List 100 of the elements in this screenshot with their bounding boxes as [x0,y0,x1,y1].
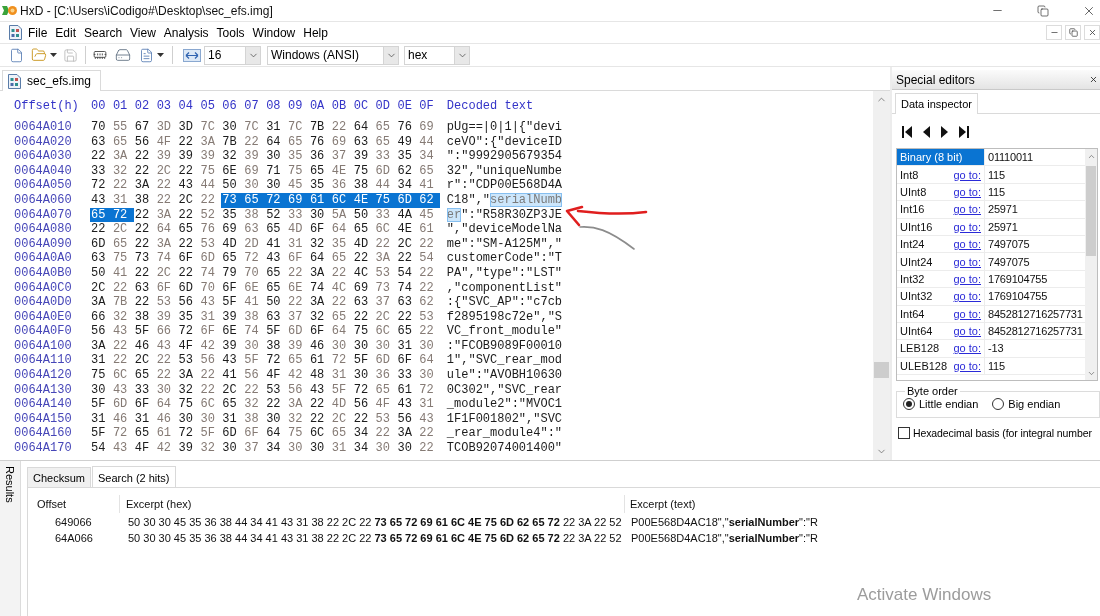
hex-byte[interactable]: 56 [133,134,156,150]
hex-byte[interactable]: 31 [90,353,112,369]
hex-byte[interactable]: 22 [330,295,353,310]
hex-byte[interactable]: 31 [90,411,112,427]
hex-byte[interactable]: 30 [308,207,331,223]
hex-byte[interactable]: 65 [330,309,353,325]
hex-byte[interactable]: 62 [418,295,441,310]
table-cell[interactable]: 1769104755 [985,288,1085,305]
new-file-icon[interactable] [9,47,24,63]
hex-byte[interactable]: 73 [133,251,156,266]
hard-drive-icon[interactable] [115,47,131,63]
hex-byte[interactable]: 5A [330,207,353,223]
hex-byte[interactable]: 65 [90,207,112,223]
hex-byte[interactable]: 4C [352,265,375,281]
hex-byte[interactable]: 33 [374,207,397,223]
go-to-link[interactable]: go to: [953,255,981,268]
hex-byte[interactable]: 3A [308,295,331,310]
hex-byte[interactable]: 6D [374,353,397,369]
hex-byte[interactable]: 64 [418,353,441,369]
table-cell[interactable]: 115 [985,166,1085,183]
decoded-text-line[interactable]: pUg==|0|1|{"devi [446,120,563,135]
hex-byte[interactable]: 3A [199,134,222,150]
hex-byte[interactable]: 6D [374,163,397,179]
go-to-link[interactable]: go to: [953,203,981,216]
hex-byte[interactable]: 32 [111,309,134,325]
hex-byte[interactable]: 32 [111,163,134,179]
hex-byte[interactable]: 6C [330,192,353,208]
hex-byte[interactable]: 63 [396,295,419,310]
hex-byte[interactable]: 46 [133,338,156,354]
hex-byte[interactable]: 4E [352,192,375,208]
hex-byte[interactable]: 75 [199,163,222,179]
hex-byte[interactable]: 22 [287,265,309,281]
hex-byte[interactable]: 56 [352,397,375,412]
hex-byte[interactable]: 22 [177,265,200,281]
table-cell[interactable]: ULEB128 go to: [897,357,985,375]
hex-byte[interactable]: 64 [155,222,178,237]
hex-byte[interactable]: 61 [418,222,441,237]
hex-byte[interactable]: 32 [287,411,309,427]
table-cell[interactable]: UInt16 go to: [897,218,985,235]
hex-byte[interactable]: 64 [155,397,178,412]
hex-byte[interactable]: 32 [221,149,244,164]
decoded-text-line[interactable]: ule":"AVOBH10630 [446,368,563,383]
hex-byte[interactable]: 39 [177,441,200,456]
hex-byte[interactable]: 22 [265,397,287,412]
hex-byte[interactable]: 39 [177,149,200,164]
hex-byte[interactable]: 22 [243,382,266,398]
hex-byte[interactable]: 43 [308,382,331,398]
hex-byte[interactable]: 44 [199,178,222,193]
hex-byte[interactable]: 39 [221,309,244,325]
hex-byte[interactable]: 30 [352,338,375,354]
hex-byte[interactable]: 2C [155,265,178,281]
hex-byte[interactable]: 61 [155,426,178,442]
hex-byte[interactable]: 3A [155,236,178,252]
hex-byte[interactable]: 43 [111,382,134,398]
hex-byte[interactable]: 6D [287,324,309,339]
hex-byte[interactable]: 75 [177,397,200,412]
hex-byte[interactable]: 22 [352,309,375,325]
bytes-per-row-select[interactable]: 16 [204,45,261,65]
dropdown-arrow-icon[interactable] [157,53,164,57]
table-cell[interactable]: Int32 go to: [897,270,985,288]
hex-byte[interactable]: 30 [308,441,331,456]
hex-byte[interactable]: 6F [221,280,244,296]
hex-byte[interactable]: 32 [199,441,222,456]
hex-byte[interactable]: 65 [287,134,309,150]
hex-byte[interactable]: 4D [352,236,375,252]
hex-byte[interactable]: 7B [308,120,331,135]
hex-byte[interactable]: 70 [243,265,266,281]
hex-byte[interactable]: 65 [396,324,419,339]
hex-byte[interactable]: 32 [177,382,200,398]
go-to-link[interactable]: go to: [953,168,981,181]
hex-byte[interactable]: 46 [308,338,331,354]
hex-byte[interactable]: 69 [418,120,441,135]
hex-byte[interactable]: 65 [111,236,134,252]
hex-byte[interactable]: 30 [374,441,397,456]
scrollbar-thumb[interactable] [1086,166,1096,256]
table-cell[interactable]: 7497075 [985,253,1085,270]
hex-byte[interactable]: 79 [221,265,244,281]
hex-byte[interactable]: 72 [177,426,200,442]
table-cell[interactable]: 25971 [985,201,1085,218]
table-cell[interactable]: 8452812716257731 [985,322,1085,340]
hex-byte[interactable]: 4D [221,236,244,252]
hex-byte[interactable]: 74 [243,324,266,339]
hex-byte[interactable]: 6C [374,324,397,339]
hex-byte[interactable]: 2C [396,236,419,252]
hex-byte[interactable]: 72 [265,353,287,369]
go-to-link[interactable]: go to: [953,359,981,372]
go-to-link[interactable]: go to: [953,272,981,285]
hex-byte[interactable]: 41 [221,368,244,383]
hex-byte[interactable]: 74 [308,280,331,296]
hex-byte[interactable]: 48 [308,368,331,383]
hex-byte[interactable]: 72 [265,192,287,208]
hex-byte[interactable]: 69 [221,222,244,237]
hex-byte[interactable]: 3D [155,120,178,135]
hex-byte[interactable]: 6D [177,280,200,296]
hex-byte[interactable]: 65 [352,222,375,237]
hex-byte[interactable]: 4C [330,280,353,296]
hex-byte[interactable]: 69 [243,163,266,179]
table-cell[interactable]: Int24 go to: [897,235,985,253]
hex-byte[interactable]: 22 [287,295,309,310]
table-cell[interactable]: 25971 [985,218,1085,235]
